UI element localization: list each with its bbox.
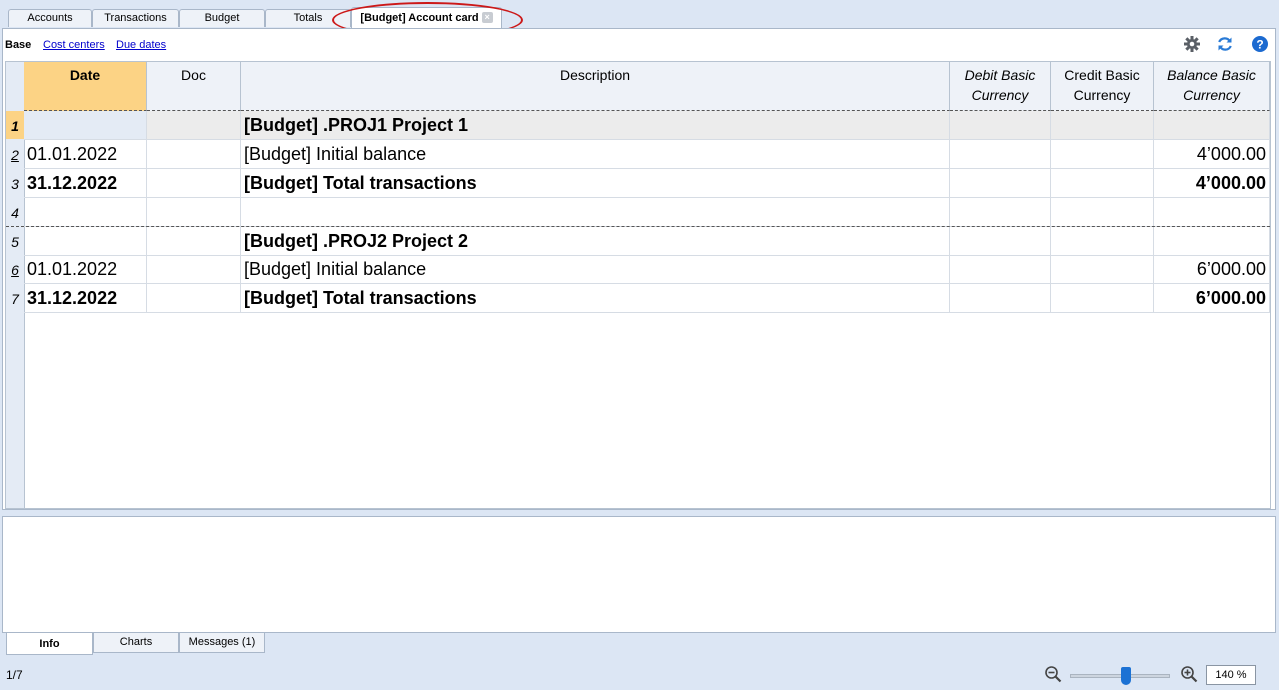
column-header-credit[interactable]: Credit Basic Currency [1051,62,1154,111]
account-card-table: Date Doc Description Debit Basic Currency… [5,61,1271,509]
cell-balance[interactable]: 4’000.00 [1154,169,1270,198]
cell-balance[interactable] [1154,227,1270,256]
cell-doc[interactable] [147,284,241,313]
cell-date[interactable]: 31.12.2022 [24,169,147,198]
row-position: 1/7 [6,668,23,682]
column-header-date[interactable]: Date [24,62,147,111]
column-label-line2: Currency [1073,87,1131,103]
tab-bar: Accounts Transactions Budget Totals [Bud… [0,0,1279,38]
cell-balance[interactable]: 4’000.00 [1154,140,1270,169]
cell-debit[interactable] [950,284,1051,313]
table-row[interactable]: 6 01.01.2022 [Budget] Initial balance 6’… [6,255,1270,284]
cell-description[interactable]: [Budget] Total transactions [241,284,950,313]
column-label-line1: Debit Basic [964,67,1036,83]
cell-debit[interactable] [950,255,1051,284]
cell-doc[interactable] [147,227,241,256]
info-panel [2,516,1276,633]
row-number[interactable]: 2 [6,140,24,168]
cell-debit[interactable] [950,227,1051,256]
cell-doc[interactable] [147,111,241,140]
row-number[interactable]: 1 [6,111,24,139]
cell-debit[interactable] [950,198,1051,227]
column-header-doc[interactable]: Doc [147,62,241,111]
column-header-balance[interactable]: Balance Basic Currency [1154,62,1270,111]
cell-date[interactable] [24,111,147,140]
column-label-line1: Credit Basic [1064,67,1140,83]
tab-budget[interactable]: Budget [179,9,265,27]
cell-date[interactable]: 01.01.2022 [24,255,147,284]
cell-date[interactable] [24,227,147,256]
cell-credit[interactable] [1051,198,1154,227]
table-row[interactable]: 5 [Budget] .PROJ2 Project 2 [6,226,1270,256]
view-cost-centers[interactable]: Cost centers [43,39,105,51]
table-row[interactable]: 2 01.01.2022 [Budget] Initial balance 4’… [6,140,1270,169]
cell-date[interactable]: 31.12.2022 [24,284,147,313]
svg-text:?: ? [1256,37,1263,51]
table-row[interactable]: 1 [Budget] .PROJ1 Project 1 [6,111,1270,140]
row-number[interactable]: 5 [6,227,24,255]
cell-credit[interactable] [1051,227,1154,256]
cell-debit[interactable] [950,169,1051,198]
column-label-line1: Balance Basic [1167,67,1256,83]
column-label: Date [69,67,101,83]
cell-balance[interactable] [1154,198,1270,227]
row-number[interactable]: 7 [6,284,24,312]
zoom-level-field[interactable]: 140 % [1206,665,1256,685]
cell-doc[interactable] [147,255,241,284]
row-number[interactable]: 4 [6,198,24,226]
tab-transactions[interactable]: Transactions [92,9,179,27]
column-header-description[interactable]: Description [241,62,950,111]
row-number[interactable]: 6 [6,255,24,283]
cell-description[interactable] [241,198,950,227]
cell-balance[interactable]: 6’000.00 [1154,255,1270,284]
zoom-slider-thumb[interactable] [1121,667,1131,685]
cell-description[interactable]: [Budget] Total transactions [241,169,950,198]
zoom-in-icon[interactable] [1180,665,1198,683]
column-label-line2: Currency [971,87,1029,103]
cell-credit[interactable] [1051,111,1154,140]
cell-date[interactable] [24,198,147,227]
help-icon[interactable]: ? [1251,35,1269,53]
zoom-slider-track[interactable] [1070,674,1170,678]
cell-balance[interactable] [1154,111,1270,140]
cell-description[interactable]: [Budget] .PROJ1 Project 1 [241,111,950,140]
cell-credit[interactable] [1051,140,1154,169]
cell-credit[interactable] [1051,169,1154,198]
column-label: Doc [181,67,206,83]
cell-debit[interactable] [950,111,1051,140]
cell-description[interactable]: [Budget] .PROJ2 Project 2 [241,227,950,256]
view-due-dates[interactable]: Due dates [116,39,166,51]
cell-date[interactable]: 01.01.2022 [24,140,147,169]
cell-description[interactable]: [Budget] Initial balance [241,255,950,284]
refresh-icon[interactable] [1216,35,1234,53]
cell-doc[interactable] [147,140,241,169]
row-number[interactable]: 3 [6,169,24,197]
gear-icon[interactable] [1183,35,1201,53]
cell-doc[interactable] [147,198,241,227]
cell-credit[interactable] [1051,284,1154,313]
tab-info[interactable]: Info [6,633,93,655]
cell-credit[interactable] [1051,255,1154,284]
cell-debit[interactable] [950,140,1051,169]
table-row[interactable]: 4 [6,198,1270,227]
table-row[interactable]: 7 31.12.2022 [Budget] Total transactions… [6,284,1270,313]
tab-charts[interactable]: Charts [93,633,179,653]
column-label-line2: Currency [1183,87,1240,103]
cell-doc[interactable] [147,169,241,198]
zoom-out-icon[interactable] [1044,665,1062,683]
tab-messages[interactable]: Messages (1) [179,633,265,653]
column-label: Description [559,67,631,83]
table-row[interactable]: 3 31.12.2022 [Budget] Total transactions… [6,169,1270,198]
view-base[interactable]: Base [5,39,31,51]
cell-balance[interactable]: 6’000.00 [1154,284,1270,313]
main-panel: Base Cost centers Due dates ? Date Doc D… [2,28,1276,510]
view-bar: Base Cost centers Due dates ? [3,29,1275,61]
column-header-debit[interactable]: Debit Basic Currency [950,62,1051,111]
cell-description[interactable]: [Budget] Initial balance [241,140,950,169]
tab-accounts[interactable]: Accounts [8,9,92,27]
